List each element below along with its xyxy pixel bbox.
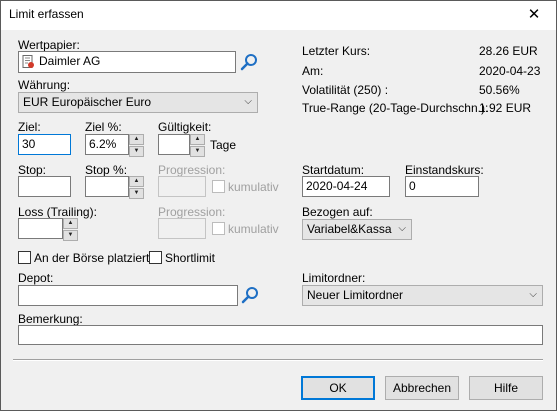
boerse-checkbox-label: An der Börse platziert [34, 251, 150, 265]
waehrung-value: EUR Europäischer Euro [23, 95, 152, 109]
loss-label: Loss (Trailing): [18, 205, 97, 219]
einstandskurs-field[interactable]: 0 [405, 176, 479, 197]
stop-pct-spinner[interactable]: ▲ ▼ [129, 176, 144, 199]
progression-field[interactable] [158, 176, 206, 197]
info-label-am: Am: [302, 64, 324, 78]
einstandskurs-label: Einstandskurs: [405, 163, 484, 177]
info-value-true-range: 1.92 EUR [479, 101, 532, 115]
loss-spinner[interactable]: ▲ ▼ [63, 218, 78, 241]
boerse-checkbox[interactable] [18, 251, 31, 264]
ziel-field[interactable]: 30 [18, 134, 71, 155]
info-label-letzter-kurs: Letzter Kurs: [302, 44, 371, 58]
search-icon[interactable] [241, 286, 259, 304]
progression-2-field[interactable] [158, 218, 206, 239]
search-icon[interactable] [240, 53, 258, 71]
kumulativ-2-checkbox[interactable] [212, 222, 225, 235]
bemerkung-label: Bemerkung: [18, 312, 83, 326]
kumulativ-checkbox[interactable] [212, 180, 225, 193]
loss-field[interactable] [18, 218, 63, 239]
wertpapier-label: Wertpapier: [18, 38, 80, 52]
stop-pct-label: Stop %: [85, 163, 128, 177]
chevron-down-icon: ⌵ [398, 223, 406, 234]
waehrung-dropdown[interactable]: EUR Europäischer Euro ⌵ [18, 92, 258, 113]
close-icon[interactable]: ✕ [512, 1, 556, 30]
progression-2-label: Progression: [158, 205, 226, 219]
bezogen-dropdown[interactable]: Variabel&Kassa ⌵ [302, 219, 412, 240]
bemerkung-field[interactable] [18, 325, 543, 345]
title-bar: Limit erfassen ✕ [1, 1, 556, 30]
ziel-label: Ziel: [18, 120, 41, 134]
gueltigkeit-unit: Tage [210, 138, 237, 152]
chevron-down-icon: ⌵ [244, 96, 252, 107]
chevron-down-icon: ⌵ [529, 289, 537, 300]
info-value-letzter-kurs: 28.26 EUR [479, 44, 538, 58]
separator [13, 359, 543, 361]
dialog-window: Limit erfassen ✕ Wertpapier: Daimler AG … [0, 0, 557, 411]
ziel-pct-label: Ziel %: [85, 120, 122, 134]
shortlimit-checkbox-label: Shortlimit [165, 251, 216, 265]
bezogen-label: Bezogen auf: [302, 205, 373, 219]
wertpapier-field[interactable]: Daimler AG [18, 51, 236, 73]
info-label-true-range: True-Range (20-Tage-Durchschn.): [302, 101, 489, 115]
startdatum-label: Startdatum: [302, 163, 365, 177]
ziel-pct-field[interactable]: 6.2% [85, 134, 129, 155]
depot-field[interactable] [18, 285, 238, 306]
window-title: Limit erfassen [9, 7, 84, 21]
ok-button[interactable]: OK [301, 376, 375, 400]
waehrung-label: Währung: [18, 78, 71, 92]
progression-label: Progression: [158, 163, 226, 177]
kumulativ-2-label: kumulativ [228, 222, 279, 236]
info-value-am: 2020-04-23 [479, 64, 541, 78]
kumulativ-label: kumulativ [228, 180, 279, 194]
security-document-icon [22, 55, 34, 68]
limitordner-dropdown[interactable]: Neuer Limitordner ⌵ [302, 285, 543, 306]
stop-label: Stop: [18, 163, 47, 177]
abbrechen-button[interactable]: Abbrechen [385, 376, 459, 400]
info-value-volatilitaet: 50.56% [479, 83, 520, 97]
limitordner-label: Limitordner: [302, 271, 366, 285]
depot-label: Depot: [18, 271, 54, 285]
hilfe-button[interactable]: Hilfe [469, 376, 543, 400]
ziel-pct-spinner[interactable]: ▲ ▼ [129, 134, 144, 157]
wertpapier-value: Daimler AG [39, 54, 101, 68]
info-label-volatilitaet: Volatilität (250) : [302, 83, 389, 97]
gueltigkeit-label: Gültigkeit: [158, 120, 212, 134]
stop-field[interactable] [18, 176, 71, 197]
shortlimit-checkbox[interactable] [149, 251, 162, 264]
gueltigkeit-spinner[interactable]: ▲ ▼ [190, 134, 205, 157]
gueltigkeit-field[interactable] [158, 134, 190, 155]
bezogen-value: Variabel&Kassa [307, 222, 392, 236]
startdatum-field[interactable]: 2020-04-24 [302, 176, 390, 197]
stop-pct-field[interactable] [85, 176, 129, 197]
limitordner-value: Neuer Limitordner [307, 288, 404, 302]
